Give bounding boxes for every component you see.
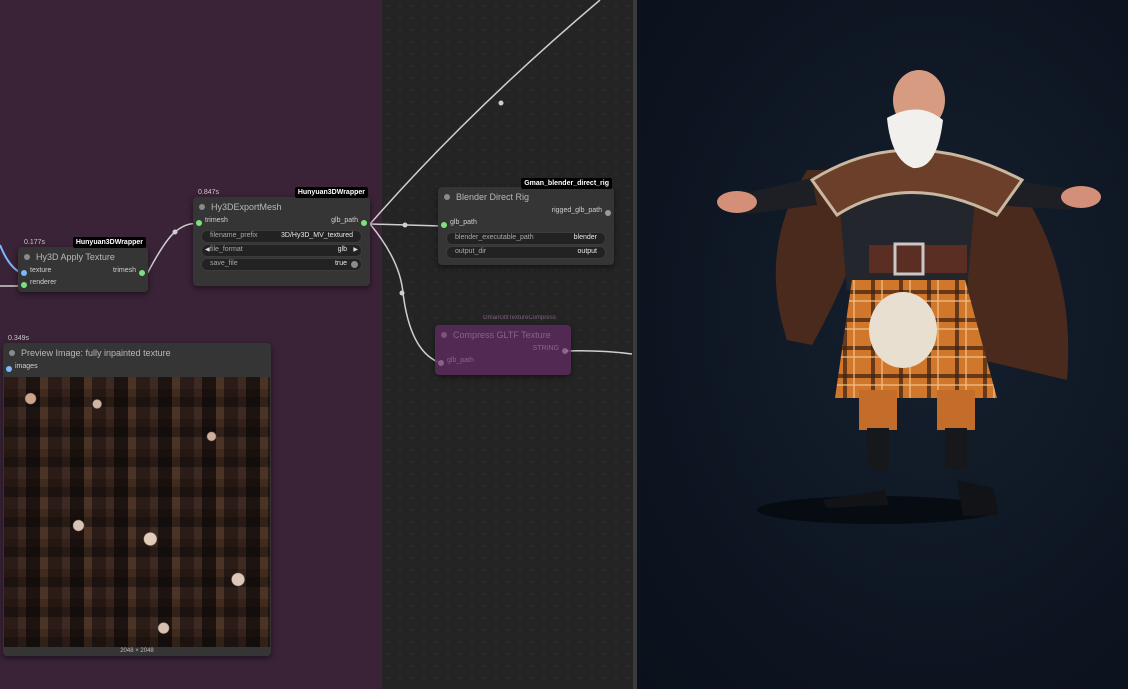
input-label: trimesh: [205, 217, 228, 224]
node-title[interactable]: Preview Image: fully inpainted texture: [3, 343, 271, 363]
port-row: glb_path: [435, 357, 571, 369]
output-socket[interactable]: [562, 348, 568, 354]
node-blender-direct-rig[interactable]: Gman_blender_direct_rig Blender Direct R…: [438, 178, 614, 265]
node-hy3d-export-mesh[interactable]: Hunyuan3DWrapper Hy3DExportMesh trimesh …: [193, 187, 370, 286]
arrow-right-icon[interactable]: ▶: [353, 246, 358, 253]
node-compress-gltf-texture[interactable]: GmanGltfTextureCompress Compress GLTF Te…: [435, 315, 571, 375]
node-title-text: Blender Direct Rig: [456, 192, 530, 202]
node-preview-image[interactable]: Preview Image: fully inpainted texture i…: [3, 343, 271, 656]
filename-prefix-field[interactable]: filename_prefix 3D/Hy3D_MV_textured: [201, 230, 362, 243]
input-socket[interactable]: [21, 282, 27, 288]
node-title[interactable]: Compress GLTF Texture: [435, 325, 571, 345]
output-label: rigged_glb_path: [551, 207, 602, 214]
node-timing: 0.847s: [198, 189, 220, 196]
input-socket[interactable]: [21, 270, 27, 276]
3d-viewport[interactable]: [637, 0, 1128, 689]
node-title-text: Hy3DExportMesh: [211, 202, 282, 212]
texture-preview-image[interactable]: [4, 377, 270, 647]
node-hy3d-apply-texture[interactable]: Hunyuan3DWrapper Hy3D Apply Texture text…: [18, 237, 148, 292]
output-label: trimesh: [113, 267, 136, 274]
port-row: glb_path: [438, 219, 614, 231]
widget-label: file_format: [210, 246, 243, 253]
port-row: STRING: [435, 345, 571, 357]
widget-value: glb: [337, 246, 347, 253]
port-row: images: [3, 363, 271, 375]
node-status-dot[interactable]: [9, 350, 15, 356]
widget-label: blender_executable_path: [455, 234, 534, 241]
node-status-dot[interactable]: [444, 194, 450, 200]
input-socket[interactable]: [441, 222, 447, 228]
input-label: glb_path: [447, 357, 474, 364]
node-status-dot[interactable]: [24, 254, 30, 260]
node-status-dot[interactable]: [441, 332, 447, 338]
input-socket[interactable]: [196, 220, 202, 226]
arrow-left-icon[interactable]: ◀: [205, 246, 210, 253]
rigged-character-model: [717, 70, 1101, 524]
input-label: renderer: [30, 279, 57, 286]
widget-value: output: [577, 248, 597, 255]
port-row: texture trimesh: [18, 267, 148, 279]
toggle-icon[interactable]: [351, 261, 358, 268]
node-status-dot[interactable]: [199, 204, 205, 210]
input-socket[interactable]: [6, 366, 12, 372]
widget-label: save_file: [210, 260, 238, 267]
node-title-text: Hy3D Apply Texture: [36, 252, 115, 262]
file-format-combo[interactable]: ◀ file_format glb ▶: [201, 244, 362, 257]
output-label: glb_path: [331, 217, 358, 224]
image-size-caption: 2048 × 2048: [120, 648, 154, 654]
widget-value: true: [334, 260, 347, 267]
node-title[interactable]: Hy3DExportMesh: [193, 197, 370, 217]
node-title-text: Preview Image: fully inpainted texture: [21, 348, 171, 358]
node-title[interactable]: Hy3D Apply Texture: [18, 247, 148, 267]
output-dir-field[interactable]: output_dir output: [446, 246, 606, 259]
output-socket[interactable]: [605, 210, 611, 216]
blender-executable-path-field[interactable]: blender_executable_path blender: [446, 232, 606, 245]
input-label: glb_path: [450, 219, 477, 226]
port-row: renderer: [18, 279, 148, 291]
node-timing: 0.349s: [8, 335, 30, 342]
input-label: images: [15, 363, 38, 370]
widget-label: output_dir: [455, 248, 487, 255]
widget-value: blender: [573, 234, 597, 241]
port-row: rigged_glb_path: [438, 207, 614, 219]
port-row: trimesh glb_path: [193, 217, 370, 229]
node-badge: GmanGltfTextureCompress: [483, 315, 556, 321]
input-label: texture: [30, 267, 52, 274]
output-socket[interactable]: [139, 270, 145, 276]
widget-label: filename_prefix: [210, 232, 258, 239]
output-label: STRING: [532, 345, 559, 352]
node-title[interactable]: Blender Direct Rig: [438, 187, 614, 207]
save-file-toggle[interactable]: save_file true: [201, 258, 362, 271]
widget-value: 3D/Hy3D_MV_textured: [281, 232, 353, 239]
input-socket[interactable]: [438, 360, 444, 366]
node-timing: 0.177s: [24, 239, 46, 246]
output-socket[interactable]: [361, 220, 367, 226]
node-title-text: Compress GLTF Texture: [453, 330, 551, 340]
